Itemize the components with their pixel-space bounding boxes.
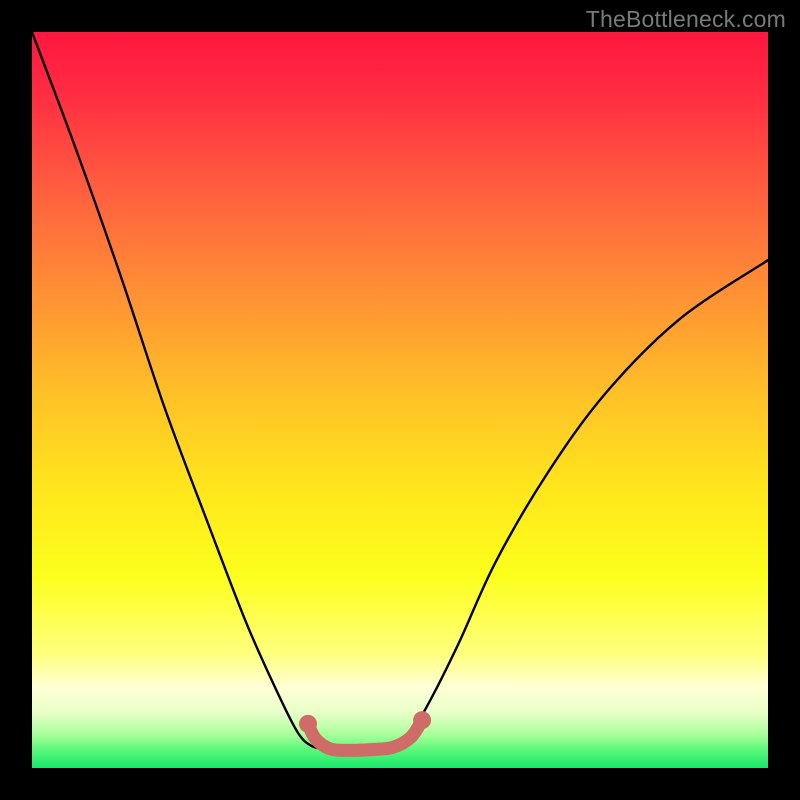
watermark-text: TheBottleneck.com [586, 6, 786, 33]
chart-frame: TheBottleneck.com [0, 0, 800, 800]
gradient-background [32, 32, 768, 768]
optimum-band-start-dot [299, 715, 317, 733]
optimum-band-end-dot [413, 711, 431, 729]
plot-area [32, 32, 768, 768]
chart-svg [32, 32, 768, 768]
